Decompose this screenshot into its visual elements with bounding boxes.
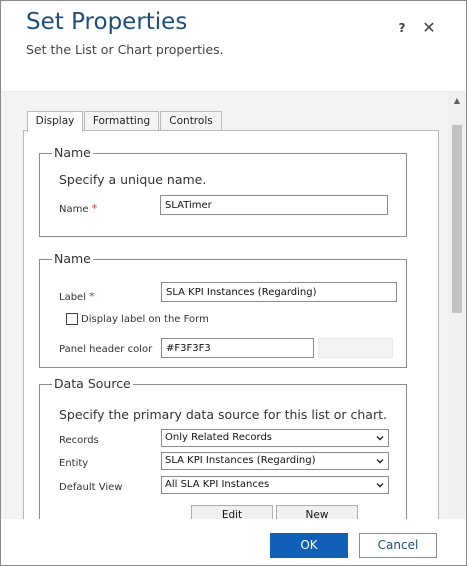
- entity-label: Entity: [59, 458, 89, 469]
- dialog-subtitle: Set the List or Chart properties.: [26, 42, 224, 57]
- records-select[interactable]: Only Related Records: [161, 429, 389, 447]
- required-marker: *: [89, 290, 95, 303]
- name-section-legend: Name: [52, 145, 93, 161]
- name-instruction: Specify a unique name.: [59, 172, 207, 187]
- default-view-label: Default View: [59, 482, 123, 493]
- records-select-value: Only Related Records: [165, 432, 273, 443]
- chevron-down-icon: [376, 483, 384, 488]
- default-view-select[interactable]: All SLA KPI Instances: [161, 476, 389, 494]
- set-properties-dialog: Set Properties Set the List or Chart pro…: [0, 0, 467, 566]
- ok-button[interactable]: OK: [270, 533, 348, 558]
- triangle-up-icon[interactable]: ▲: [448, 92, 466, 110]
- dialog-content: Display Formatting Controls Name Specify…: [1, 91, 466, 519]
- chevron-down-icon: [376, 436, 384, 441]
- panel-header-color-label: Panel header color: [59, 344, 153, 355]
- records-label: Records: [59, 435, 99, 446]
- name-label-text: Name: [59, 204, 89, 215]
- dialog-title: Set Properties: [26, 9, 188, 35]
- panel-header-color-input[interactable]: [161, 338, 314, 358]
- data-source-instruction: Specify the primary data source for this…: [59, 407, 387, 422]
- label-field-label: Label *: [59, 290, 95, 303]
- default-view-select-value: All SLA KPI Instances: [165, 479, 270, 490]
- name-input[interactable]: [160, 195, 388, 215]
- data-source-section: Data Source Specify the primary data sou…: [39, 376, 407, 519]
- entity-select[interactable]: SLA KPI Instances (Regarding): [161, 452, 389, 470]
- close-icon[interactable]: ✕: [420, 17, 438, 39]
- display-tab-panel: Name Specify a unique name. Name * Name …: [23, 130, 439, 519]
- display-label-checkbox[interactable]: [66, 313, 78, 325]
- display-label-checkbox-text: Display label on the Form: [81, 314, 209, 325]
- scrollbar-thumb[interactable]: [452, 125, 462, 313]
- label-section: Name Label * Display label on the Form P…: [39, 251, 407, 368]
- data-source-legend: Data Source: [52, 376, 133, 392]
- vertical-scrollbar[interactable]: ▲: [448, 92, 466, 519]
- tab-display[interactable]: Display: [27, 111, 83, 132]
- cancel-button[interactable]: Cancel: [359, 533, 437, 558]
- help-icon[interactable]: ?: [393, 17, 411, 39]
- required-marker: *: [91, 202, 98, 215]
- entity-select-value: SLA KPI Instances (Regarding): [165, 455, 316, 466]
- label-section-legend: Name: [52, 251, 93, 267]
- color-swatch[interactable]: [318, 338, 393, 358]
- dialog-header: Set Properties Set the List or Chart pro…: [1, 1, 466, 91]
- name-section: Name Specify a unique name. Name *: [39, 145, 407, 237]
- edit-view-button[interactable]: Edit: [191, 505, 273, 519]
- dialog-footer: OK Cancel: [1, 519, 466, 565]
- new-view-button[interactable]: New: [276, 505, 358, 519]
- name-field-label: Name *: [59, 202, 97, 215]
- tab-controls[interactable]: Controls: [160, 111, 222, 131]
- tab-formatting[interactable]: Formatting: [84, 111, 159, 131]
- chevron-down-icon: [376, 459, 384, 464]
- label-input[interactable]: [161, 282, 397, 302]
- label-label-text: Label: [59, 292, 86, 303]
